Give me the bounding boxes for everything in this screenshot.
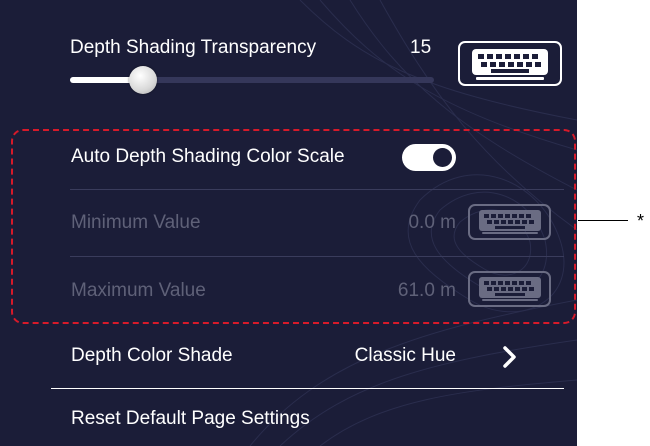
chevron-right-icon[interactable] — [502, 346, 518, 368]
transparency-keyboard-button[interactable] — [458, 41, 562, 86]
reset-default-page-settings-button[interactable]: Reset Default Page Settings — [71, 408, 310, 430]
transparency-slider-thumb[interactable] — [129, 66, 157, 94]
depth-color-shade-value[interactable]: Classic Hue — [300, 345, 456, 367]
depth-color-shade-label: Depth Color Shade — [71, 345, 233, 366]
transparency-label: Depth Shading Transparency — [70, 37, 317, 58]
highlight-dashed-box — [11, 129, 576, 324]
transparency-value: 15 — [410, 37, 432, 58]
separator — [51, 388, 564, 389]
keyboard-icon — [472, 48, 548, 80]
callout-marker: * — [637, 211, 645, 231]
callout-line — [578, 220, 628, 221]
